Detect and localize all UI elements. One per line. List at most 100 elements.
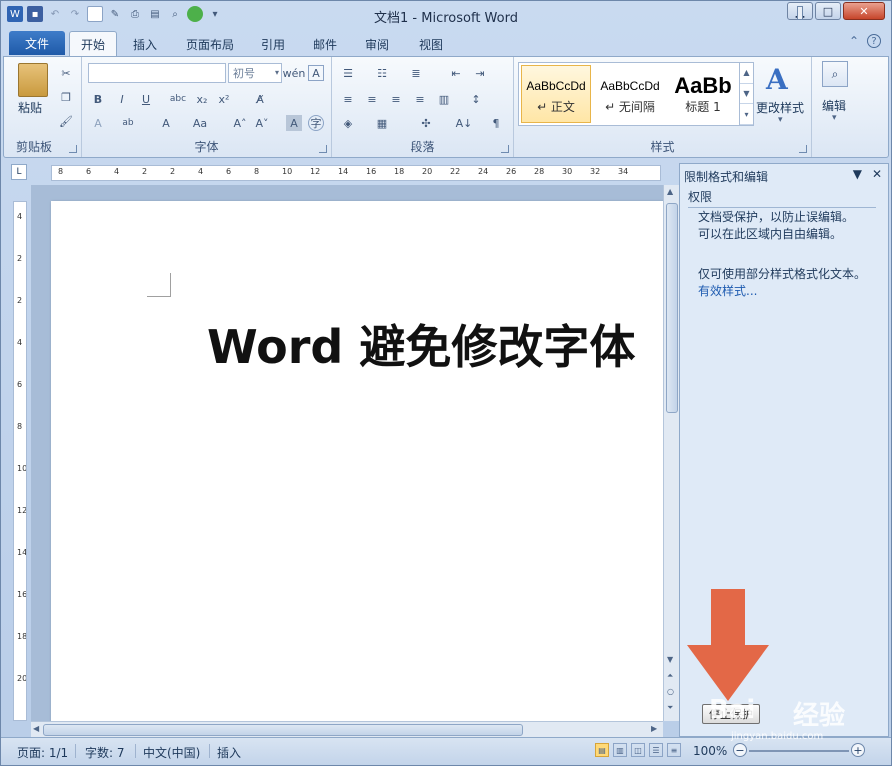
insert-mode[interactable]: 插入 <box>217 744 241 761</box>
tab-mailings[interactable]: 邮件 <box>305 33 345 55</box>
styles-launcher-icon[interactable] <box>799 145 807 153</box>
distributed-icon[interactable]: ▥ <box>436 91 452 107</box>
document-heading[interactable]: Word 避免修改字体 <box>207 311 635 377</box>
tab-file[interactable]: 文件 <box>9 31 65 55</box>
change-styles-dropdown-icon[interactable]: ▾ <box>778 115 783 125</box>
cut-icon[interactable]: ✂ <box>58 65 74 81</box>
borders-icon[interactable]: ▦ <box>374 115 390 131</box>
draft-icon[interactable]: ≡ <box>667 743 681 757</box>
previous-page-icon[interactable]: ⏶ <box>667 671 673 681</box>
multilevel-list-icon[interactable]: ≣ <box>408 65 424 81</box>
pane-menu-icon[interactable]: ▼ <box>853 167 862 181</box>
decrease-indent-icon[interactable]: ⇤ <box>448 65 464 81</box>
word-count[interactable]: 字数: 7 <box>85 744 125 761</box>
show-marks-icon[interactable]: ¶ <box>488 115 504 131</box>
enclose-character-icon[interactable]: 字 <box>308 115 324 131</box>
print-layout-icon[interactable]: ▤ <box>595 743 609 757</box>
clear-formatting-icon[interactable]: A̸ <box>252 91 268 107</box>
style-no-spacing[interactable]: AaBbCcDd ↵ 无间隔 <box>595 65 665 123</box>
binoculars-icon[interactable]: ⌕ <box>822 61 848 87</box>
horizontal-scrollbar[interactable]: ◀ ▶ <box>31 721 663 737</box>
zoom-slider-thumb[interactable] <box>797 6 803 20</box>
shrink-font-icon[interactable]: A˅ <box>254 115 270 131</box>
italic-icon[interactable]: I <box>114 91 130 107</box>
line-spacing-icon[interactable]: ↕ <box>468 91 484 107</box>
style-normal[interactable]: AaBbCcDd ↵ 正文 <box>521 65 591 123</box>
increase-indent-icon[interactable]: ⇥ <box>472 65 488 81</box>
outline-icon[interactable]: ☰ <box>649 743 663 757</box>
text-effects-icon[interactable]: A <box>90 115 106 131</box>
scroll-right-icon[interactable]: ▶ <box>651 724 657 733</box>
justify-icon[interactable]: ≡ <box>412 91 428 107</box>
zoom-slider-track[interactable] <box>749 750 849 752</box>
scroll-down-icon[interactable]: ▼ <box>667 655 673 664</box>
help-icon[interactable]: ? <box>867 34 881 48</box>
vertical-ruler[interactable]: 4 2 2 4 6 8 10 12 14 16 18 20 <box>13 201 27 721</box>
change-case-icon[interactable]: Aa <box>192 115 208 131</box>
chinese-layout-icon[interactable]: ✣ <box>418 115 434 131</box>
shading-icon[interactable]: ◈ <box>340 115 356 131</box>
superscript-icon[interactable]: x² <box>216 91 232 107</box>
paragraph-launcher-icon[interactable] <box>501 145 509 153</box>
align-center-icon[interactable]: ≡ <box>364 91 380 107</box>
collapse-ribbon-icon[interactable]: ⌃ <box>849 34 859 48</box>
tab-review[interactable]: 审阅 <box>357 33 397 55</box>
language-indicator[interactable]: 中文(中国) <box>143 744 200 761</box>
paste-icon[interactable] <box>18 63 48 97</box>
gallery-down-icon[interactable]: ▼ <box>740 84 753 105</box>
bold-icon[interactable]: B <box>90 91 106 107</box>
web-layout-icon[interactable]: ◫ <box>631 743 645 757</box>
gallery-more-icon[interactable]: ▾ <box>740 104 753 126</box>
vertical-scrollbar[interactable]: ▲ ▼ ⏶ ○ ⏷ <box>663 185 679 721</box>
zoom-in-icon[interactable]: + <box>851 743 865 757</box>
align-left-icon[interactable]: ≡ <box>340 91 356 107</box>
ruler-tab-selector[interactable]: L <box>11 164 27 180</box>
browse-object-icon[interactable]: ○ <box>667 687 674 696</box>
zoom-out-icon[interactable]: − <box>733 743 747 757</box>
tab-page-layout[interactable]: 页面布局 <box>177 33 243 55</box>
character-border-icon[interactable]: A <box>308 65 324 81</box>
editing-dropdown-icon[interactable]: ▾ <box>832 113 837 123</box>
numbering-icon[interactable]: ☷ <box>374 65 390 81</box>
scroll-up-icon[interactable]: ▲ <box>667 187 673 196</box>
copy-icon[interactable]: ❐ <box>58 89 74 105</box>
highlight-icon[interactable]: ab <box>120 115 136 131</box>
tab-insert[interactable]: 插入 <box>123 33 167 55</box>
style-heading-1[interactable]: AaBb 标题 1 <box>669 65 737 123</box>
tab-home[interactable]: 开始 <box>69 31 117 56</box>
full-screen-reading-icon[interactable]: ▥ <box>613 743 627 757</box>
bullets-icon[interactable]: ☰ <box>340 65 356 81</box>
strikethrough-icon[interactable]: abc <box>170 91 186 107</box>
available-styles-link[interactable]: 有效样式... <box>698 282 757 299</box>
align-right-icon[interactable]: ≡ <box>388 91 404 107</box>
change-styles-button[interactable]: 更改样式 <box>756 99 804 116</box>
horizontal-scroll-thumb[interactable] <box>43 724 523 736</box>
format-painter-icon[interactable]: 🖌 <box>58 113 74 129</box>
font-launcher-icon[interactable] <box>319 145 327 153</box>
change-styles-icon[interactable]: A <box>766 63 788 96</box>
tab-view[interactable]: 视图 <box>411 33 451 55</box>
page-indicator[interactable]: 页面: 1/1 <box>17 744 68 761</box>
gallery-up-icon[interactable]: ▲ <box>740 63 753 84</box>
font-name-select[interactable] <box>88 63 226 83</box>
paste-button[interactable]: 粘贴 <box>18 99 42 116</box>
character-shading-icon[interactable]: A <box>286 115 302 131</box>
clipboard-launcher-icon[interactable] <box>69 145 77 153</box>
grow-font-icon[interactable]: A˄ <box>232 115 248 131</box>
horizontal-ruler[interactable]: 8 6 4 2 2 4 6 8 10 12 14 16 18 20 22 24 26 28 30 32 34 <box>51 165 661 181</box>
scroll-left-icon[interactable]: ◀ <box>33 724 39 733</box>
next-page-icon[interactable]: ⏷ <box>667 703 673 713</box>
editing-button[interactable]: 编辑 <box>822 97 846 114</box>
tab-references[interactable]: 引用 <box>253 33 293 55</box>
underline-icon[interactable]: U <box>138 91 154 107</box>
subscript-icon[interactable]: x₂ <box>194 91 210 107</box>
font-size-select[interactable]: 初号 ▾ <box>228 63 282 83</box>
font-color-icon[interactable]: A <box>158 115 174 131</box>
phonetic-guide-icon[interactable]: wén <box>283 65 306 81</box>
pane-close-icon[interactable]: ✕ <box>872 167 882 181</box>
maximize-button[interactable]: □ <box>815 2 841 20</box>
zoom-level[interactable]: 100% <box>693 744 727 758</box>
vertical-scroll-thumb[interactable] <box>666 203 678 413</box>
sort-icon[interactable]: A↓ <box>456 115 473 131</box>
document-page[interactable]: Word 避免修改字体 <box>51 201 663 721</box>
